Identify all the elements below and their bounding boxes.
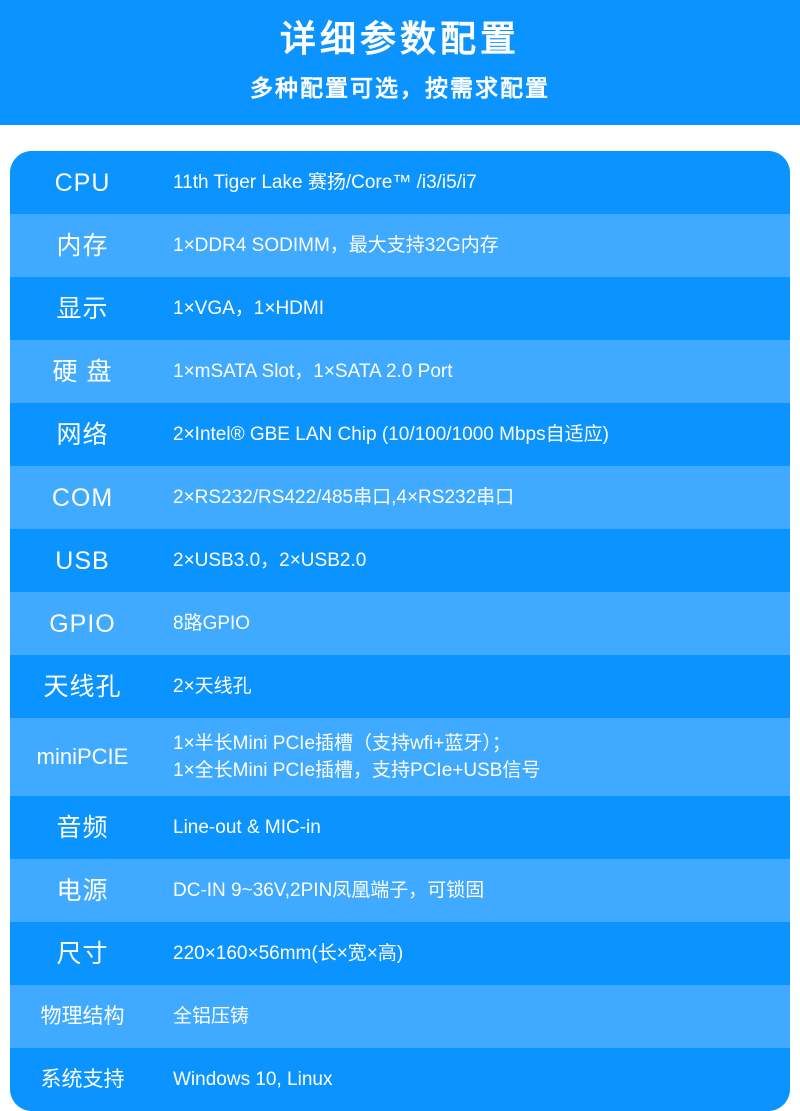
spec-row: 显示 1×VGA，1×HDMI bbox=[10, 277, 790, 340]
spec-value: 2×天线孔 bbox=[173, 676, 252, 697]
spec-row: COM 2×RS232/RS422/485串口,4×RS232串口 bbox=[10, 466, 790, 529]
spec-label: USB bbox=[55, 546, 110, 575]
spec-value: 全铝压铸 bbox=[173, 1006, 250, 1027]
spec-value: 220×160×56mm(长×宽×高) bbox=[173, 943, 404, 964]
spec-row: 物理结构 全铝压铸 bbox=[10, 985, 790, 1048]
spec-label: 内存 bbox=[56, 231, 109, 260]
spec-row: miniPCIE 1×半长Mini PCIe插槽（支持wfi+蓝牙）； 1×全长M… bbox=[10, 718, 790, 796]
spec-row: 音频 Line-out & MIC-in bbox=[10, 796, 790, 859]
spec-value: DC-IN 9~36V,2PIN凤凰端子，可锁固 bbox=[173, 880, 485, 901]
spec-value: 1×DDR4 SODIMM，最大支持32G内存 bbox=[173, 235, 499, 256]
spec-row: 尺寸 220×160×56mm(长×宽×高) bbox=[10, 922, 790, 985]
spec-label: COM bbox=[51, 483, 114, 512]
spec-value: Windows 10, Linux bbox=[173, 1069, 333, 1090]
page-subtitle: 多种配置可选，按需求配置 bbox=[250, 75, 550, 101]
spec-row: 内存 1×DDR4 SODIMM，最大支持32G内存 bbox=[10, 214, 790, 277]
spec-row: 网络 2×Intel® GBE LAN Chip (10/100/1000 Mbp… bbox=[10, 403, 790, 466]
spec-row: USB 2×USB3.0，2×USB2.0 bbox=[10, 529, 790, 592]
spec-value: 1×半长Mini PCIe插槽（支持wfi+蓝牙）； 1×全长Mini PCIe… bbox=[173, 733, 541, 781]
spec-label: 硬 盘 bbox=[52, 357, 113, 386]
page-title: 详细参数配置 bbox=[279, 18, 520, 59]
spec-value: 2×RS232/RS422/485串口,4×RS232串口 bbox=[173, 487, 515, 508]
spec-label: 电源 bbox=[56, 876, 109, 905]
spec-value: 8路GPIO bbox=[173, 613, 251, 634]
spec-label: 物理结构 bbox=[40, 1004, 125, 1028]
spec-label: 尺寸 bbox=[56, 939, 109, 968]
spec-label: 天线孔 bbox=[43, 672, 122, 701]
page-header: 详细参数配置 多种配置可选，按需求配置 bbox=[0, 0, 800, 125]
spec-row: CPU 11th Tiger Lake 赛扬/Core™ /i3/i5/i7 bbox=[10, 151, 790, 214]
spec-value: 2×USB3.0，2×USB2.0 bbox=[173, 550, 367, 571]
spec-value: 1×mSATA Slot，1×SATA 2.0 Port bbox=[173, 361, 453, 382]
spec-value: Line-out & MIC-in bbox=[173, 817, 321, 838]
spec-row: 电源 DC-IN 9~36V,2PIN凤凰端子，可锁固 bbox=[10, 859, 790, 922]
spec-value: 1×VGA，1×HDMI bbox=[173, 298, 324, 319]
spec-label: 音频 bbox=[56, 813, 109, 842]
spec-table-container: CPU 11th Tiger Lake 赛扬/Core™ /i3/i5/i7 内存 1… bbox=[0, 151, 800, 1111]
spec-row: 硬 盘 1×mSATA Slot，1×SATA 2.0 Port bbox=[10, 340, 790, 403]
spec-label: CPU bbox=[54, 168, 111, 197]
spec-label: 系统支持 bbox=[40, 1067, 125, 1091]
header-table-divider bbox=[0, 125, 800, 151]
spec-row: GPIO 8路GPIO bbox=[10, 592, 790, 655]
spec-label: GPIO bbox=[49, 609, 116, 638]
spec-value: 11th Tiger Lake 赛扬/Core™ /i3/i5/i7 bbox=[173, 172, 477, 193]
spec-label: 显示 bbox=[56, 294, 109, 323]
spec-label: 网络 bbox=[56, 420, 109, 449]
spec-value: 2×Intel® GBE LAN Chip (10/100/1000 Mbps自… bbox=[173, 424, 609, 445]
spec-table: CPU 11th Tiger Lake 赛扬/Core™ /i3/i5/i7 内存 1… bbox=[10, 151, 790, 1111]
spec-label: miniPCIE bbox=[36, 744, 129, 769]
spec-row: 系统支持 Windows 10, Linux bbox=[10, 1048, 790, 1111]
spec-row: 天线孔 2×天线孔 bbox=[10, 655, 790, 718]
